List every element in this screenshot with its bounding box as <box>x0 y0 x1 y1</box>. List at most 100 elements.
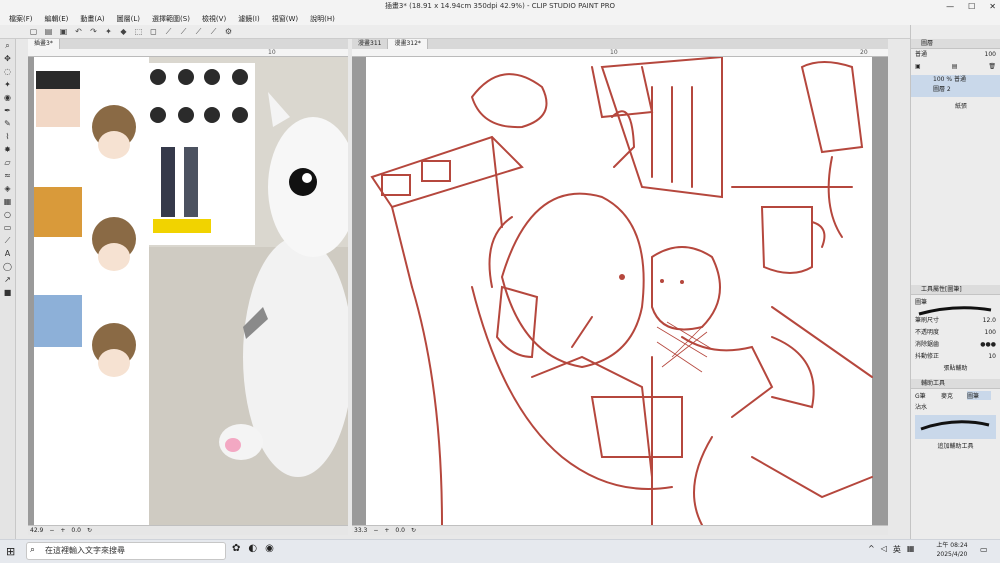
clock[interactable]: 上午 08:24 2025/4/20 <box>930 541 974 559</box>
zoom-tool-icon[interactable]: ⌕ <box>5 41 9 51</box>
minimize-button[interactable]: — <box>946 0 954 13</box>
ime-indicator[interactable]: 英 <box>893 544 901 555</box>
chrome-app-icon[interactable]: ◉ <box>265 543 274 559</box>
prop-row[interactable]: 抖動修正 10 <box>911 351 1000 363</box>
snap-special-icon[interactable]: ⟋ <box>208 27 219 37</box>
airbrush-tool-icon[interactable]: ✸ <box>4 145 11 155</box>
layer-item-paper[interactable]: 紙張 <box>911 97 1000 117</box>
frame-tool-icon[interactable]: ▭ <box>4 223 12 233</box>
menu-animation[interactable]: 動畫(A) <box>75 13 109 25</box>
prop-value[interactable]: 100 <box>985 327 996 339</box>
figure-tool-icon[interactable]: ○ <box>4 210 11 220</box>
color-swatch-icon[interactable]: ■ <box>4 288 12 298</box>
menu-file[interactable]: 檔案(F) <box>4 13 38 25</box>
new-layer-icon[interactable]: ▣ <box>915 61 921 75</box>
rotate-icon[interactable]: ↻ <box>411 526 416 535</box>
fill-tool-icon[interactable]: ◈ <box>4 184 10 194</box>
menu-edit[interactable]: 編輯(E) <box>40 13 74 25</box>
move-tool-icon[interactable]: ✥ <box>4 54 11 64</box>
menu-select[interactable]: 選擇範圍(S) <box>147 13 195 25</box>
balloon-tool-icon[interactable]: ◯ <box>3 262 12 272</box>
zoom-in-icon[interactable]: + <box>60 526 65 535</box>
tab-canvas1[interactable]: 插畫3* <box>28 39 60 49</box>
close-button[interactable]: ✕ <box>989 0 996 13</box>
antialias-options[interactable]: ●●● <box>980 339 996 351</box>
text-tool-icon[interactable]: A <box>5 249 10 259</box>
canvas1-area[interactable] <box>28 57 348 525</box>
pencil-tool-icon[interactable]: ✎ <box>4 119 11 129</box>
tool-property-header: 工具屬性[圖筆] <box>911 285 1000 295</box>
prop-value[interactable]: 12.0 <box>983 315 996 327</box>
keyboard-icon[interactable]: ▦ <box>907 544 915 555</box>
lasso-tool-icon[interactable]: ◌ <box>4 67 11 77</box>
menu-layer[interactable]: 圖層(L) <box>112 13 145 25</box>
tab-canvas2-a[interactable]: 漫畫311 <box>352 39 389 49</box>
sub-tool-dip-pen[interactable]: 沾水 <box>915 402 939 411</box>
angle-value[interactable]: 0.0 <box>71 526 81 535</box>
layer-item-active[interactable]: 100 % 普通 圖層 2 <box>911 75 1000 97</box>
zoom-out-icon[interactable]: − <box>49 526 54 535</box>
rotate-icon[interactable]: ↻ <box>87 526 92 535</box>
zoom-value[interactable]: 33.3 <box>354 526 367 535</box>
ruler-mark: 20 <box>860 49 868 56</box>
sub-tool-round-pen[interactable]: 圖筆 <box>967 391 991 400</box>
sub-tool-marker[interactable]: 麥克 <box>941 391 965 400</box>
prop-value[interactable]: 10 <box>988 351 996 363</box>
tool-detail-link[interactable]: 張貼輔助 <box>943 363 967 375</box>
blend-tool-icon[interactable]: ≈ <box>4 171 11 181</box>
deselect-icon[interactable]: ◻ <box>148 27 159 36</box>
ruler-icon[interactable]: ⟋ <box>163 27 174 37</box>
eraser-tool-icon[interactable]: ▱ <box>4 158 10 168</box>
tab-canvas2-b[interactable]: 漫畫312* <box>388 39 428 49</box>
prop-row[interactable]: 不透明度 100 <box>911 327 1000 339</box>
windows-start-icon[interactable]: ⊞ <box>6 545 15 558</box>
notification-icon[interactable]: ▭ <box>980 545 988 554</box>
canvas2-area[interactable] <box>352 57 888 525</box>
ruler-tool-icon[interactable]: ⟋ <box>5 236 11 246</box>
opacity-value[interactable]: 100 <box>985 49 996 61</box>
volume-icon[interactable]: ◁ <box>881 544 887 555</box>
bird-app-icon[interactable]: ✿ <box>232 543 240 559</box>
settings-icon[interactable]: ⚙ <box>223 27 234 36</box>
menu-window[interactable]: 視窗(W) <box>267 13 303 25</box>
snap-icon[interactable]: ⟋ <box>178 27 189 37</box>
menu-view[interactable]: 檢視(V) <box>197 13 231 25</box>
clip-studio-app-icon[interactable]: ◐ <box>248 543 257 559</box>
pen-tool-icon[interactable]: ✒ <box>4 106 11 116</box>
fill-icon[interactable]: ◆ <box>118 27 129 36</box>
maximize-button[interactable]: ☐ <box>968 0 975 13</box>
menu-bar: 檔案(F) 編輯(E) 動畫(A) 圖層(L) 選擇範圍(S) 檢視(V) 濾鏡… <box>0 13 1000 25</box>
undo-icon[interactable]: ↶ <box>73 27 84 36</box>
zoom-value[interactable]: 42.9 <box>30 526 43 535</box>
delete-layer-icon[interactable]: 🗑 <box>988 61 996 75</box>
snap-grid-icon[interactable]: ⟋ <box>193 27 204 37</box>
stroke-preview <box>920 420 990 431</box>
redo-icon[interactable]: ↷ <box>88 27 99 36</box>
correct-tool-icon[interactable]: ↗ <box>4 275 11 285</box>
sub-tool-g-pen[interactable]: G筆 <box>915 391 939 400</box>
gradient-tool-icon[interactable]: ▦ <box>4 197 12 207</box>
angle-value[interactable]: 0.0 <box>395 526 405 535</box>
open-icon[interactable]: ▤ <box>43 27 54 36</box>
brush-tool-icon[interactable]: ⌇ <box>6 132 10 142</box>
blend-mode-select[interactable]: 普通 <box>915 49 927 61</box>
menu-help[interactable]: 說明(H) <box>305 13 340 25</box>
wand-tool-icon[interactable]: ✦ <box>4 80 11 90</box>
zoom-in-icon[interactable]: + <box>384 526 389 535</box>
save-icon[interactable]: ▣ <box>58 27 69 36</box>
add-subtool-button[interactable]: 追加輔助工具 <box>937 441 973 453</box>
tray-chevron-icon[interactable]: ^ <box>868 544 875 555</box>
taskbar-search-input[interactable]: 在這裡輸入文字來搜尋 <box>26 542 226 560</box>
new-icon[interactable]: ▢ <box>28 27 39 36</box>
zoom-out-icon[interactable]: − <box>373 526 378 535</box>
menu-filter[interactable]: 濾鏡(I) <box>233 13 265 25</box>
clear-icon[interactable]: ✦ <box>103 27 114 36</box>
folder-icon[interactable]: ▤ <box>952 61 958 75</box>
search-placeholder: 在這裡輸入文字來搜尋 <box>45 546 125 555</box>
command-bar: ▢ ▤ ▣ ↶ ↷ ✦ ◆ ⬚ ◻ ⟋ ⟋ ⟋ ⟋ ⚙ <box>0 25 910 39</box>
layer-panel-header: 圖層 <box>911 39 1000 49</box>
prop-row[interactable]: 消除鋸齒 ●●● <box>911 339 1000 351</box>
transform-icon[interactable]: ⬚ <box>133 27 144 36</box>
eyedropper-tool-icon[interactable]: ◉ <box>4 93 11 103</box>
right-panel: 圖層 普通 100 ▣ ▤ 🗑 100 % 普通 圖層 2 紙張 工具屬性[圖筆… <box>910 25 1000 539</box>
